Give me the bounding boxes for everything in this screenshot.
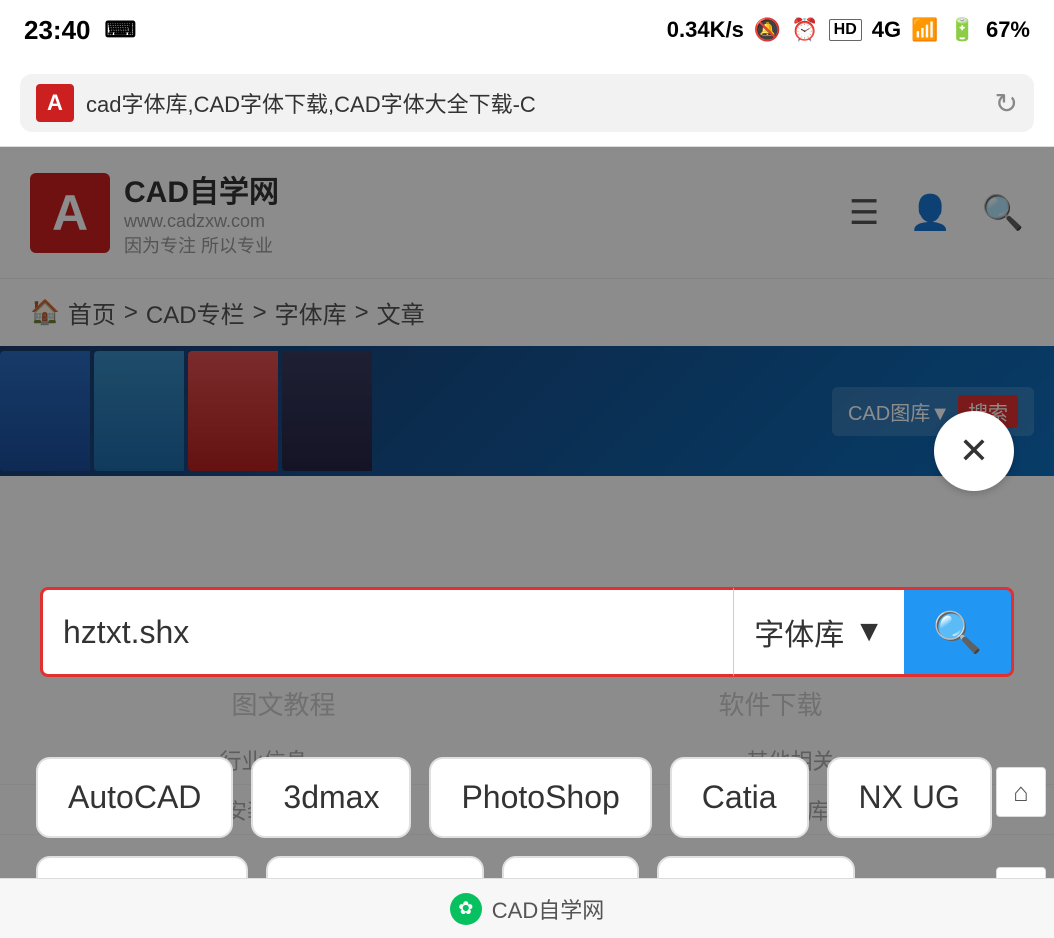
battery-icon: 🔋 xyxy=(949,17,976,43)
status-time: 23:40 xyxy=(24,15,91,46)
category-label: 字体库 xyxy=(754,610,844,654)
search-box: 字体库 ▼ 🔍 xyxy=(40,587,1014,677)
close-icon: ✕ xyxy=(959,430,989,472)
status-bar: 23:40 ⌨ 0.34K/s 🔕 ⏰ HD 4G 📶 🔋 67% xyxy=(0,0,1054,60)
dropdown-icon: ▼ xyxy=(854,615,884,649)
wechat-icon: ✿ xyxy=(450,893,482,925)
category-3dmax[interactable]: 3dmax xyxy=(251,757,411,838)
url-text[interactable]: cad字体库,CAD字体下载,CAD字体大全下载-C xyxy=(86,87,983,119)
category-nxug[interactable]: NX UG xyxy=(827,757,992,838)
battery-percent: 67% xyxy=(986,17,1030,43)
search-popup: 字体库 ▼ 🔍 xyxy=(0,587,1054,677)
category-autocad[interactable]: AutoCAD xyxy=(36,757,233,838)
wechat-label: CAD自学网 xyxy=(492,893,604,925)
reload-button[interactable]: ↻ xyxy=(995,87,1018,120)
category-catia[interactable]: Catia xyxy=(670,757,809,838)
close-button[interactable]: ✕ xyxy=(934,411,1014,491)
home-icon: ⌂ xyxy=(1013,777,1029,808)
home-icon-right[interactable]: ⌂ xyxy=(996,767,1046,817)
search-category-selector[interactable]: 字体库 ▼ xyxy=(733,587,904,677)
address-bar: A cad字体库,CAD字体下载,CAD字体大全下载-C ↻ xyxy=(0,60,1054,147)
search-button[interactable]: 🔍 xyxy=(904,587,1014,677)
search-input-wrap xyxy=(40,587,733,677)
signal-4g-icon: 4G xyxy=(872,17,901,43)
wechat-bar: ✿ CAD自学网 xyxy=(0,878,1054,938)
search-input[interactable] xyxy=(63,614,713,651)
status-right: 0.34K/s 🔕 ⏰ HD 4G 📶 🔋 67% xyxy=(667,17,1030,43)
alarm-icon: ⏰ xyxy=(791,17,818,43)
hd-badge: HD xyxy=(829,19,862,41)
bell-icon: 🔕 xyxy=(754,17,781,43)
signal-bars-icon: 📶 xyxy=(911,17,938,43)
network-speed: 0.34K/s xyxy=(667,17,744,43)
search-btn-icon: 🔍 xyxy=(933,609,983,656)
keyboard-icon: ⌨ xyxy=(105,17,137,43)
category-photoshop[interactable]: PhotoShop xyxy=(429,757,651,838)
site-favicon: A xyxy=(36,84,74,122)
